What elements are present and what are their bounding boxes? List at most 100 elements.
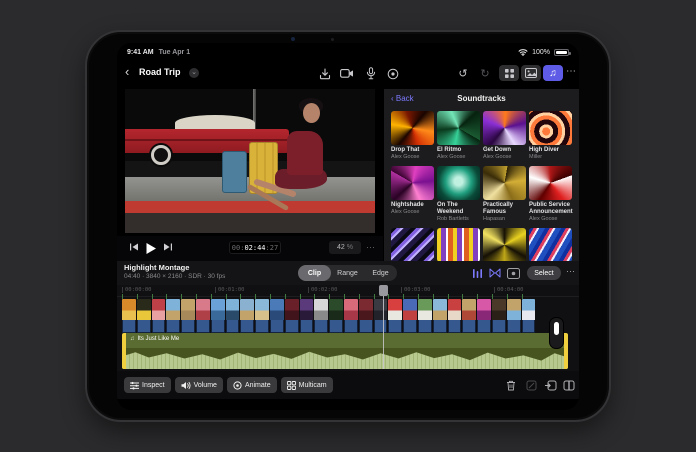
soundtrack-thumbnail[interactable] — [391, 111, 434, 145]
timeline-clip[interactable] — [152, 299, 166, 333]
timeline-ruler[interactable]: 00:00:00 00:01:00 00:02:00 00:03:00 00:0… — [117, 285, 579, 297]
inspect-button[interactable]: Inspect — [124, 377, 171, 393]
timeline-clip[interactable] — [374, 299, 388, 333]
more-options-icon[interactable]: ⋯ — [566, 66, 575, 77]
soundtrack-item[interactable]: NightshadeAlex Goose — [391, 166, 434, 223]
timeline-clip[interactable] — [270, 299, 284, 333]
undo-icon[interactable]: ↺ — [455, 66, 471, 81]
trim-handle-left[interactable] — [122, 333, 126, 369]
clip-marker-tick — [196, 294, 197, 299]
trash-icon[interactable] — [503, 378, 519, 392]
skip-back-icon[interactable] — [129, 242, 139, 252]
soundtrack-thumbnail[interactable] — [437, 228, 480, 261]
record-icon[interactable] — [385, 66, 401, 81]
project-title[interactable]: Road Trip — [139, 67, 181, 77]
timeline-clip[interactable] — [285, 299, 299, 333]
soundtrack-thumbnail[interactable] — [483, 111, 526, 145]
soundtrack-thumbnail[interactable] — [529, 111, 572, 145]
camera-icon[interactable] — [339, 66, 355, 81]
skip-forward-icon[interactable] — [163, 242, 173, 252]
timecode-display[interactable]: 00:02:44:27 — [229, 241, 281, 254]
soundtrack-thumbnail[interactable] — [437, 166, 480, 200]
soundtrack-thumbnail[interactable] — [529, 166, 572, 200]
clip-marker-tick — [122, 294, 123, 299]
soundtrack-item[interactable]: PushValencia — [391, 228, 434, 261]
soundtrack-thumbnail[interactable] — [437, 111, 480, 145]
timeline-clip[interactable] — [196, 299, 210, 333]
timeline-clip[interactable] — [462, 299, 476, 333]
track-height-slider[interactable] — [549, 317, 564, 349]
audio-meters-icon[interactable] — [469, 266, 485, 280]
insert-clip-icon[interactable] — [543, 378, 559, 392]
viewer-zoom-control[interactable]: 42% — [329, 241, 361, 254]
soundtrack-item[interactable]: Get DownAlex Goose — [483, 111, 526, 161]
mode-clip[interactable]: Clip — [298, 265, 331, 281]
animate-button[interactable]: Animate — [227, 377, 277, 393]
redo-icon[interactable]: ↻ — [477, 66, 493, 81]
soundtracks-button[interactable]: ♫ — [543, 65, 563, 81]
soundtrack-thumbnail[interactable] — [391, 228, 434, 261]
soundtrack-item[interactable]: Practically FamousHapasan — [483, 166, 526, 223]
timeline-clip[interactable] — [300, 299, 314, 333]
soundtrack-thumbnail[interactable] — [483, 228, 526, 261]
soundtrack-item[interactable]: High DiverMiller — [529, 111, 572, 161]
keyframe-icon — [233, 381, 242, 390]
timeline-clip[interactable] — [522, 299, 536, 333]
playhead-line[interactable] — [383, 285, 384, 369]
play-button[interactable] — [145, 242, 157, 255]
timeline-clip[interactable] — [137, 299, 151, 333]
timeline-clip[interactable] — [211, 299, 225, 333]
soundtrack-thumbnail[interactable] — [483, 166, 526, 200]
select-button[interactable]: Select — [527, 266, 561, 280]
project-menu-icon[interactable]: ⌄ — [189, 68, 199, 78]
soundtrack-thumbnail[interactable] — [529, 228, 572, 261]
mode-range[interactable]: Range — [331, 265, 364, 281]
timeline-clip[interactable] — [492, 299, 506, 333]
timeline-clip[interactable] — [166, 299, 180, 333]
trim-handle-right[interactable] — [564, 333, 568, 369]
overwrite-clip-icon[interactable] — [561, 378, 577, 392]
soundtrack-item[interactable]: Switch It UpAlex Goose — [483, 228, 526, 261]
timeline-clip[interactable] — [240, 299, 254, 333]
timeline-clip[interactable] — [314, 299, 328, 333]
soundtrack-thumbnail[interactable] — [391, 166, 434, 200]
timeline-more-icon[interactable]: ⋯ — [566, 266, 574, 277]
soundtrack-item[interactable]: Wow!Alex Goose — [529, 228, 572, 261]
multicam-button[interactable]: Multicam — [281, 377, 333, 393]
viewer-more-icon[interactable]: ⋯ — [366, 242, 374, 253]
timeline-clip[interactable] — [344, 299, 358, 333]
overview-grid-button[interactable] — [499, 65, 519, 81]
media-browser-button[interactable] — [521, 65, 541, 81]
timeline-clip[interactable] — [255, 299, 269, 333]
transition-icon[interactable] — [487, 266, 503, 280]
soundtrack-item[interactable]: Public Service AnnouncementAlex Goose — [529, 166, 572, 223]
viewer-photo[interactable] — [125, 89, 375, 233]
timeline-clip[interactable] — [448, 299, 462, 333]
timeline-clip[interactable] — [226, 299, 240, 333]
playhead-handle[interactable] — [379, 285, 388, 296]
music-clip[interactable]: ♫ Its Just Like Me — [122, 333, 568, 369]
disable-clip-icon[interactable] — [523, 378, 539, 392]
clip-marker-tick — [285, 294, 286, 299]
timeline-clip[interactable] — [507, 299, 521, 333]
picture-in-picture-icon[interactable] — [505, 266, 521, 280]
soundtrack-item[interactable]: El RitmoAlex Goose — [437, 111, 480, 161]
clip-marker-tick — [492, 294, 493, 299]
soundtrack-item[interactable]: Drop ThatAlex Goose — [391, 111, 434, 161]
soundtrack-item[interactable]: On The WeekendRob Bartletts — [437, 166, 480, 223]
back-chevron-icon[interactable]: ‹ — [125, 64, 129, 80]
import-icon[interactable] — [317, 66, 333, 81]
soundtrack-item[interactable]: Run It OutAlex Goose — [437, 228, 480, 261]
timeline-clip[interactable] — [359, 299, 373, 333]
volume-button[interactable]: Volume — [175, 377, 223, 393]
timeline-clip[interactable] — [403, 299, 417, 333]
microphone-icon[interactable] — [363, 66, 379, 81]
timeline-clip[interactable] — [477, 299, 491, 333]
timeline-clip[interactable] — [122, 299, 136, 333]
timeline-clip[interactable] — [388, 299, 402, 333]
mode-edge[interactable]: Edge — [364, 265, 397, 281]
timeline-clip[interactable] — [329, 299, 343, 333]
timeline-clip[interactable] — [181, 299, 195, 333]
timeline-clip[interactable] — [433, 299, 447, 333]
timeline-clip[interactable] — [418, 299, 432, 333]
